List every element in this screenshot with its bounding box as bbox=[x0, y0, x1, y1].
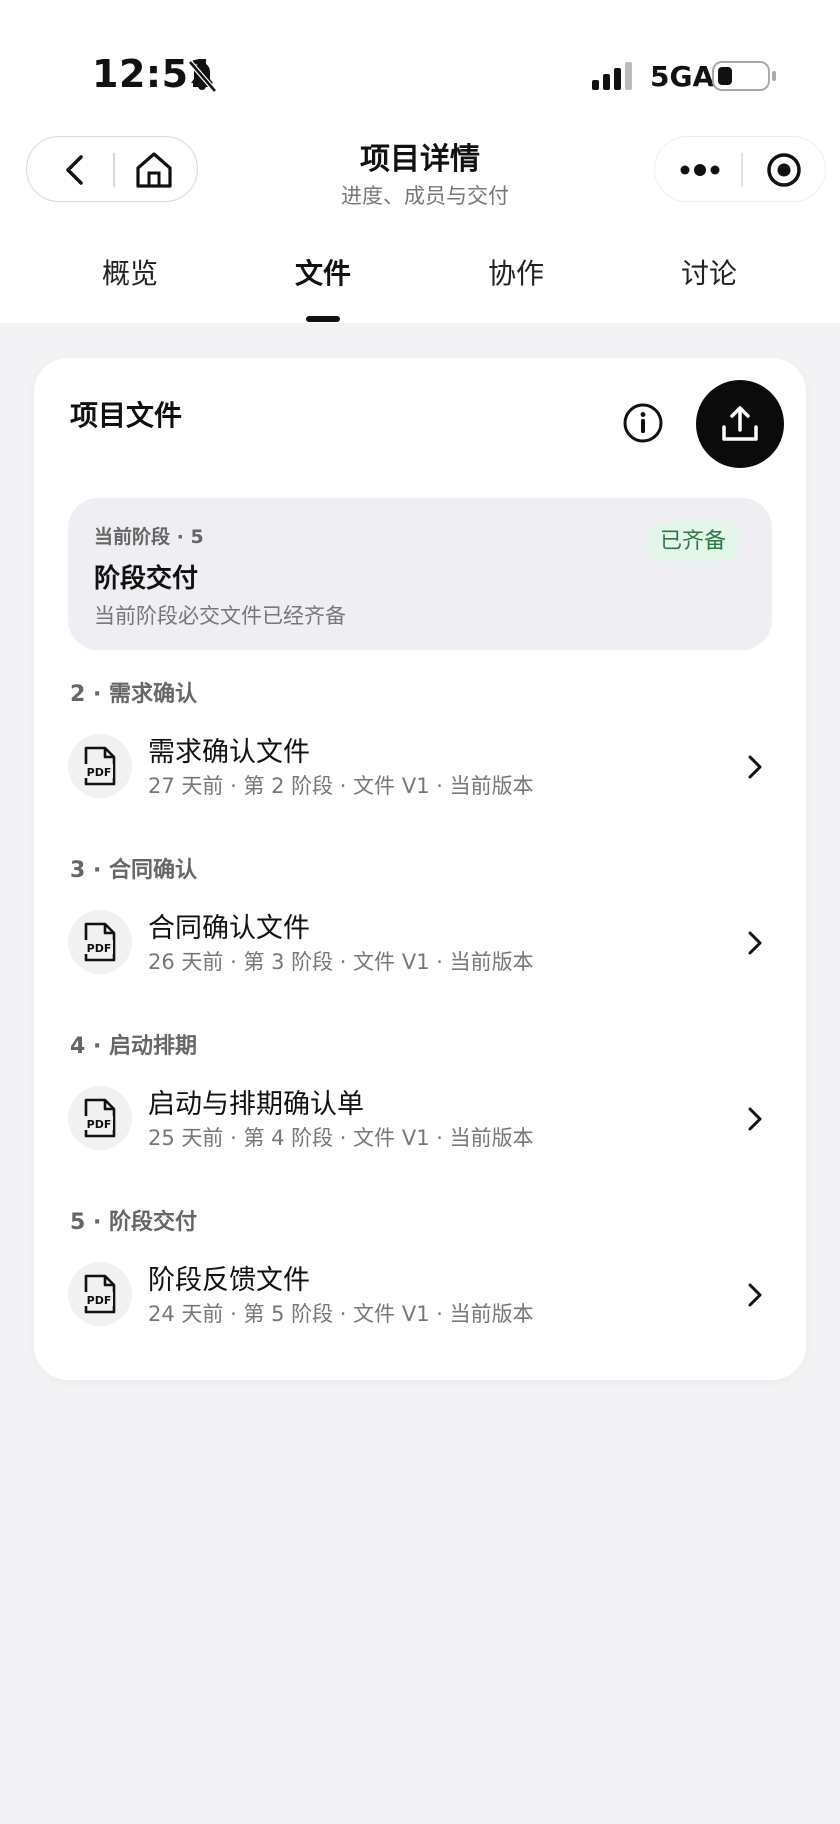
status-badge: 已齐备 bbox=[646, 522, 741, 562]
tab-discussion[interactable]: 讨论 bbox=[649, 252, 769, 292]
bell-muted-icon bbox=[188, 60, 217, 93]
pdf-file-icon: PDF bbox=[68, 1086, 132, 1150]
active-tab-indicator bbox=[306, 316, 340, 322]
stage-name: 阶段交付 bbox=[94, 564, 199, 594]
network-label: 5GA bbox=[650, 60, 715, 93]
upload-button[interactable] bbox=[696, 380, 784, 468]
current-stage-box: 当前阶段 · 5 阶段交付 当前阶段必交文件已经齐备 已齐备 bbox=[68, 498, 772, 650]
header-area: 12:51 5GA 项目详情 进度、成员与交付 概览 文件 协作 讨论 bbox=[0, 0, 840, 323]
file-meta: 24 天前 · 第 5 阶段 · 文件 V1 · 当前版本 bbox=[148, 1302, 534, 1326]
project-files-card: 项目文件 当前阶段 · 5 阶段交付 当前阶段必交文件已经齐备 已齐备 2 · … bbox=[34, 358, 806, 1380]
upload-icon bbox=[722, 406, 758, 441]
chevron-right-icon bbox=[748, 1283, 762, 1307]
svg-text:PDF: PDF bbox=[87, 942, 112, 955]
pdf-file-icon: PDF bbox=[68, 910, 132, 974]
chevron-right-icon bbox=[748, 1107, 762, 1131]
file-meta: 25 天前 · 第 4 阶段 · 文件 V1 · 当前版本 bbox=[148, 1126, 534, 1150]
info-icon[interactable] bbox=[622, 402, 664, 444]
stage-description: 当前阶段必交文件已经齐备 bbox=[94, 604, 346, 628]
chevron-right-icon bbox=[748, 931, 762, 955]
svg-text:PDF: PDF bbox=[87, 1118, 112, 1131]
pdf-file-icon: PDF bbox=[68, 1262, 132, 1326]
file-meta: 26 天前 · 第 3 阶段 · 文件 V1 · 当前版本 bbox=[148, 950, 534, 974]
file-name: 合同确认文件 bbox=[148, 913, 310, 944]
signal-icon bbox=[592, 62, 632, 90]
file-row-kickoff[interactable]: PDF 启动与排期确认单 25 天前 · 第 4 阶段 · 文件 V1 · 当前… bbox=[68, 1080, 772, 1158]
group-title: 3 · 合同确认 bbox=[70, 858, 197, 883]
tab-overview[interactable]: 概览 bbox=[70, 252, 190, 292]
stage-label: 当前阶段 · 5 bbox=[94, 526, 204, 548]
file-meta: 27 天前 · 第 2 阶段 · 文件 V1 · 当前版本 bbox=[148, 774, 534, 798]
capsule-divider bbox=[741, 153, 743, 187]
group-title: 5 · 阶段交付 bbox=[70, 1210, 197, 1235]
svg-text:PDF: PDF bbox=[87, 1294, 112, 1307]
group-title: 2 · 需求确认 bbox=[70, 682, 197, 707]
battery-icon bbox=[712, 61, 776, 91]
more-icon[interactable] bbox=[679, 157, 721, 183]
tab-files[interactable]: 文件 bbox=[263, 252, 383, 292]
capsule-menu bbox=[654, 136, 826, 202]
chevron-right-icon bbox=[748, 755, 762, 779]
card-title: 项目文件 bbox=[70, 399, 183, 432]
file-name: 启动与排期确认单 bbox=[148, 1089, 364, 1120]
file-name: 阶段反馈文件 bbox=[148, 1265, 310, 1296]
file-row-delivery[interactable]: PDF 阶段反馈文件 24 天前 · 第 5 阶段 · 文件 V1 · 当前版本 bbox=[68, 1256, 772, 1334]
close-target-icon[interactable] bbox=[765, 151, 803, 189]
pdf-file-icon: PDF bbox=[68, 734, 132, 798]
file-name: 需求确认文件 bbox=[148, 737, 310, 768]
group-title: 4 · 启动排期 bbox=[70, 1034, 197, 1059]
tab-collaboration[interactable]: 协作 bbox=[456, 252, 576, 292]
svg-text:PDF: PDF bbox=[87, 766, 112, 779]
file-row-contract[interactable]: PDF 合同确认文件 26 天前 · 第 3 阶段 · 文件 V1 · 当前版本 bbox=[68, 904, 772, 982]
file-row-requirements[interactable]: PDF 需求确认文件 27 天前 · 第 2 阶段 · 文件 V1 · 当前版本 bbox=[68, 728, 772, 806]
